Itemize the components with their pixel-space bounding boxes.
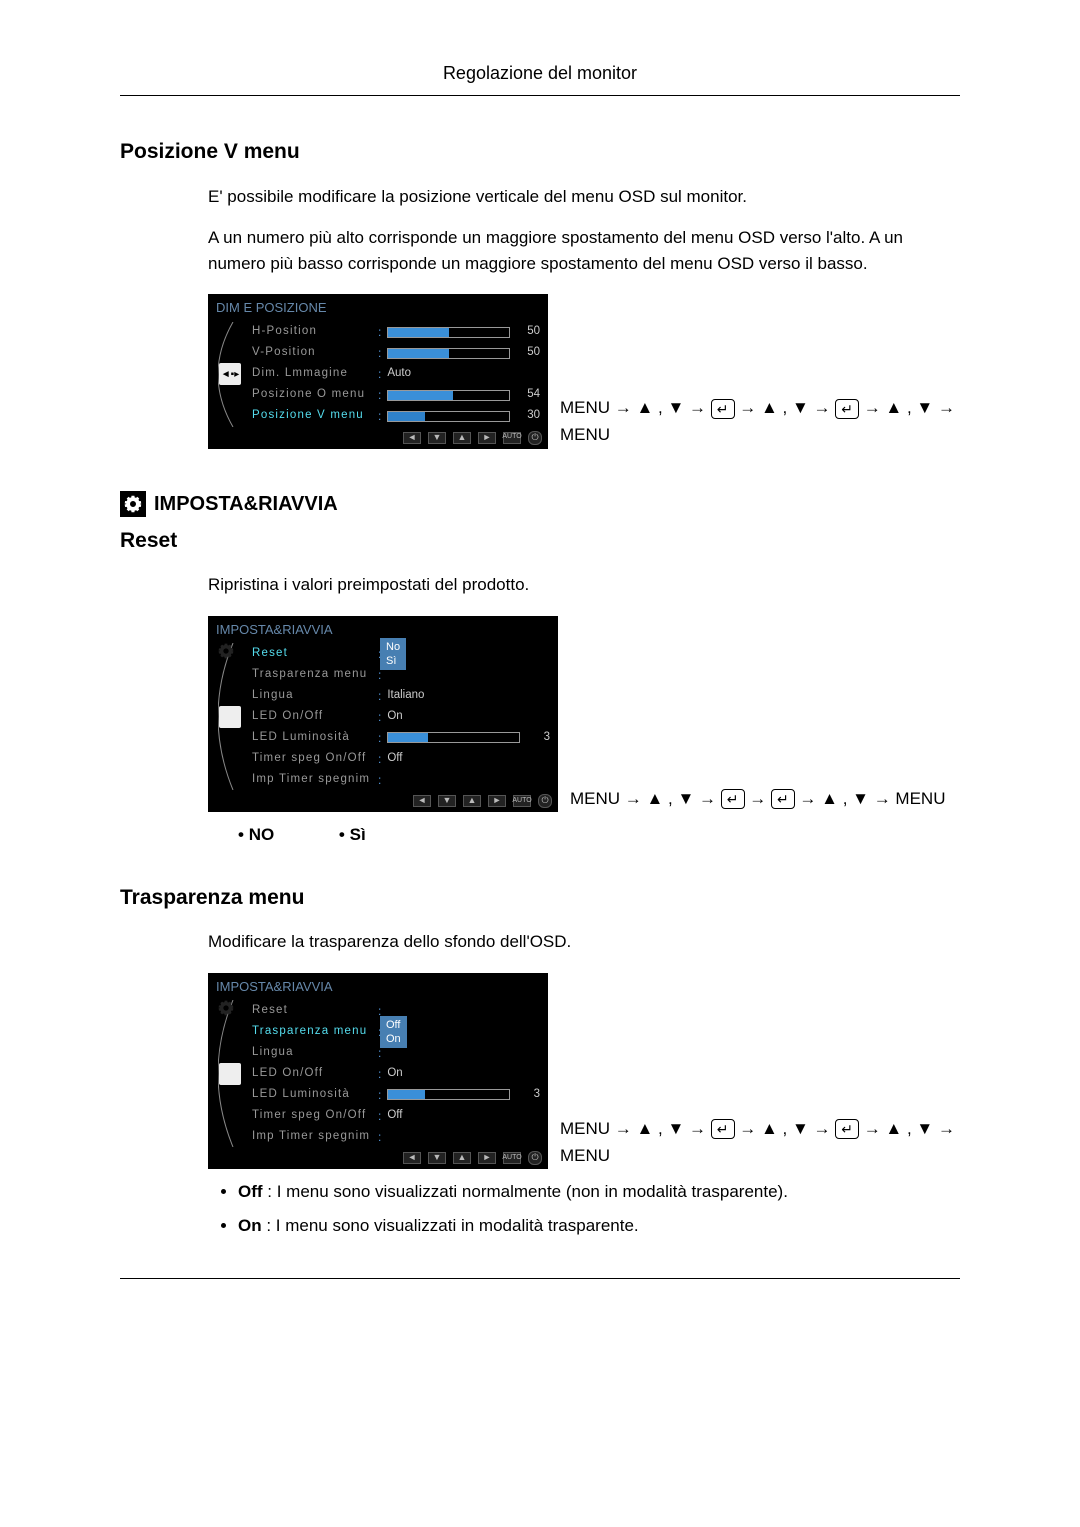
osd-row[interactable]: V-Position:50 bbox=[252, 343, 540, 364]
osd-row[interactable]: Dim. Lmmagine:Auto bbox=[252, 364, 540, 385]
osd-bottom-bar: ◄ ▼ ▲ ► AUTO ⏻ bbox=[208, 1147, 548, 1169]
osd-row[interactable]: Imp Timer spegnim: bbox=[252, 1126, 540, 1147]
osd-dropdown[interactable]: OffOn bbox=[380, 1016, 407, 1048]
section-title-reset: Reset bbox=[120, 525, 960, 557]
nav-key-power-icon[interactable]: ⏻ bbox=[528, 431, 542, 445]
osd-row[interactable]: LED On/Off:On bbox=[252, 1063, 540, 1084]
position-icon: ◄▪▸ bbox=[219, 363, 241, 385]
osd-row[interactable]: Timer speg On/Off:Off bbox=[252, 1105, 540, 1126]
osd-panel-dim-pos: DIM E POSIZIONE ◄▪▸ H-Position:50V-Positio… bbox=[208, 294, 548, 449]
nav-sequence-2: MENU → ▲ , ▼ → ↵ → ↵ → ▲ , ▼ → MENU bbox=[570, 785, 945, 812]
trasp-bullet: Off : I menu sono visualizzati normalmen… bbox=[238, 1179, 960, 1205]
enter-key-icon: ↵ bbox=[835, 1119, 859, 1139]
nav-key-auto[interactable]: AUTO bbox=[503, 1152, 521, 1164]
nav-key-auto[interactable]: AUTO bbox=[513, 795, 531, 807]
nav-key-icon[interactable]: ▲ bbox=[453, 432, 471, 444]
osd-bottom-bar: ◄ ▼ ▲ ► AUTO ⏻ bbox=[208, 790, 558, 812]
section-title-posv: Posizione V menu bbox=[120, 136, 960, 168]
gear-icon bbox=[219, 1063, 241, 1085]
nav-key-icon[interactable]: ◄ bbox=[413, 795, 431, 807]
footer-rule bbox=[120, 1278, 960, 1279]
osd-dropdown-option[interactable]: Off bbox=[386, 1018, 401, 1032]
nav-key-icon[interactable]: ▲ bbox=[463, 795, 481, 807]
osd-title: IMPOSTA&RIAVVIA bbox=[208, 973, 548, 1001]
osd-row-label: Reset bbox=[252, 645, 372, 662]
osd-row-label: LED On/Off bbox=[252, 708, 372, 725]
osd-row-label: Timer speg On/Off bbox=[252, 750, 372, 767]
osd-row-label: Lingua bbox=[252, 687, 372, 704]
nav-key-icon[interactable]: ► bbox=[488, 795, 506, 807]
osd-panel-reset: IMPOSTA&RIAVVIAReset:Trasparenza menu:Li… bbox=[208, 616, 558, 813]
osd-row[interactable]: LED On/Off:On bbox=[252, 706, 550, 727]
trasp-desc: Modificare la trasparenza dello sfondo d… bbox=[208, 929, 960, 955]
osd-row-label: Lingua bbox=[252, 1044, 372, 1061]
nav-key-icon[interactable]: ▼ bbox=[428, 1152, 446, 1164]
osd-row[interactable]: Posizione V menu:30 bbox=[252, 406, 540, 427]
osd-row-label: Timer speg On/Off bbox=[252, 1107, 372, 1124]
osd-row-label: Posizione V menu bbox=[252, 407, 372, 424]
enter-key-icon: ↵ bbox=[711, 399, 735, 419]
osd-row-label: LED Luminosità bbox=[252, 1086, 372, 1103]
reset-option-si: Sì bbox=[339, 822, 366, 848]
nav-key-icon[interactable]: ► bbox=[478, 1152, 496, 1164]
nav-sequence-3: MENU → ▲ , ▼ → ↵ → ▲ , ▼ → ↵ → ▲ , ▼ → M… bbox=[560, 1115, 960, 1169]
nav-key-icon[interactable]: ▼ bbox=[428, 432, 446, 444]
enter-key-icon: ↵ bbox=[721, 789, 745, 809]
page-header: Regolazione del monitor bbox=[120, 60, 960, 96]
reset-option-no: NO bbox=[238, 822, 274, 848]
osd-row-label: Imp Timer spegnim bbox=[252, 771, 372, 788]
osd-dropdown[interactable]: NoSì bbox=[380, 638, 406, 670]
enter-key-icon: ↵ bbox=[771, 789, 795, 809]
nav-key-icon[interactable]: ◄ bbox=[403, 432, 421, 444]
nav-key-icon[interactable]: ◄ bbox=[403, 1152, 421, 1164]
osd-row-label: LED On/Off bbox=[252, 1065, 372, 1082]
osd-row[interactable]: Posizione O menu:54 bbox=[252, 385, 540, 406]
osd-row-label: V-Position bbox=[252, 344, 372, 361]
osd-row[interactable]: Imp Timer spegnim: bbox=[252, 769, 550, 790]
osd-row[interactable]: LED Luminosità:3 bbox=[252, 1084, 540, 1105]
osd-row-label: Reset bbox=[252, 1002, 372, 1019]
nav-key-icon[interactable]: ► bbox=[478, 432, 496, 444]
nav-key-power-icon[interactable]: ⏻ bbox=[538, 794, 552, 808]
osd-dropdown-option[interactable]: Sì bbox=[386, 654, 400, 668]
trasp-bullet: On : I menu sono visualizzati in modalit… bbox=[238, 1213, 960, 1239]
enter-key-icon: ↵ bbox=[711, 1119, 735, 1139]
osd-row-label: Trasparenza menu bbox=[252, 666, 372, 683]
gear-icon bbox=[219, 706, 241, 728]
osd-dropdown-option[interactable]: No bbox=[386, 640, 400, 654]
posv-desc-2: A un numero più alto corrisponde un magg… bbox=[208, 225, 960, 276]
enter-key-icon: ↵ bbox=[835, 399, 859, 419]
osd-panel-trasp: IMPOSTA&RIAVVIAReset:Trasparenza menu:Li… bbox=[208, 973, 548, 1170]
osd-row[interactable]: Lingua:Italiano bbox=[252, 685, 550, 706]
osd-bottom-bar: ◄ ▼ ▲ ► AUTO ⏻ bbox=[208, 427, 548, 449]
osd-row-label: Dim. Lmmagine bbox=[252, 365, 372, 382]
osd-row[interactable]: LED Luminosità:3 bbox=[252, 727, 550, 748]
nav-key-auto[interactable]: AUTO bbox=[503, 432, 521, 444]
nav-key-icon[interactable]: ▼ bbox=[438, 795, 456, 807]
osd-row-label: Trasparenza menu bbox=[252, 1023, 372, 1040]
osd-title: DIM E POSIZIONE bbox=[208, 294, 548, 322]
osd-row[interactable]: H-Position:50 bbox=[252, 322, 540, 343]
osd-row-label: H-Position bbox=[252, 323, 372, 340]
posv-desc-1: E' possibile modificare la posizione ver… bbox=[208, 184, 960, 210]
osd-row[interactable]: Timer speg On/Off:Off bbox=[252, 748, 550, 769]
gear-icon bbox=[120, 491, 146, 517]
osd-row-label: Imp Timer spegnim bbox=[252, 1128, 372, 1145]
osd-row-label: LED Luminosità bbox=[252, 729, 372, 746]
reset-desc: Ripristina i valori preimpostati del pro… bbox=[208, 572, 960, 598]
nav-sequence-1: MENU → ▲ , ▼ → ↵ → ▲ , ▼ → ↵ → ▲ , ▼ → M… bbox=[560, 394, 960, 448]
osd-dropdown-option[interactable]: On bbox=[386, 1032, 401, 1046]
section-head-imposta: IMPOSTA&RIAVVIA bbox=[154, 489, 338, 519]
nav-key-icon[interactable]: ▲ bbox=[453, 1152, 471, 1164]
section-title-trasp: Trasparenza menu bbox=[120, 882, 960, 914]
nav-key-power-icon[interactable]: ⏻ bbox=[528, 1151, 542, 1165]
osd-row-label: Posizione O menu bbox=[252, 386, 372, 403]
